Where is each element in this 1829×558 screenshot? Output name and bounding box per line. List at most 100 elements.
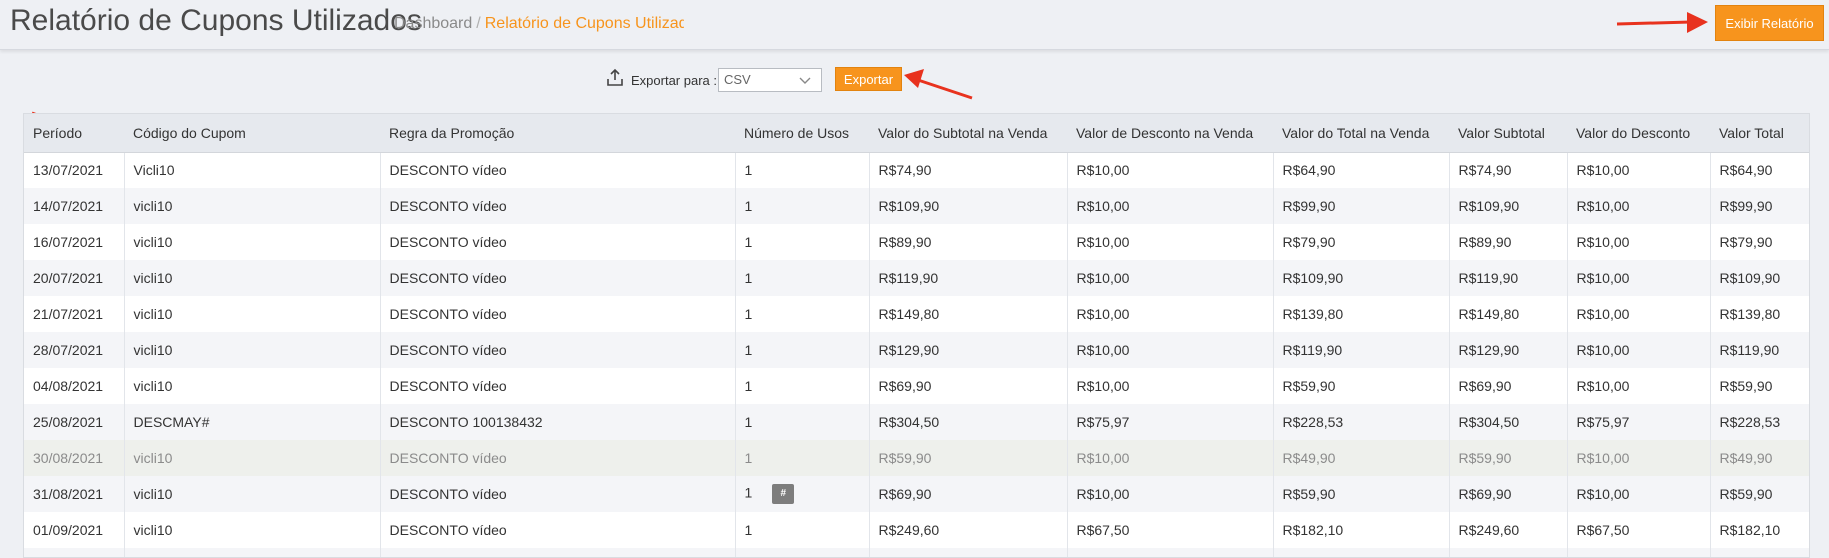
column-header[interactable]: Valor de Desconto na Venda [1067, 114, 1273, 153]
column-header[interactable]: Valor do Subtotal na Venda [869, 114, 1067, 153]
cell-value: R$75,97 [1076, 414, 1130, 430]
cell-value: 1 [744, 270, 753, 286]
table-cell [24, 548, 125, 557]
table-cell: R$10,00 [1567, 332, 1711, 368]
table-row[interactable]: 14/07/2021 vicli10 DESCONTO vídeo 1 R$109,90… [24, 188, 1809, 224]
table-cell: vicli10 [124, 440, 381, 476]
cell-value: 1 [744, 484, 753, 501]
table-cell: R$10,00 [1067, 296, 1274, 332]
table-cell: DESCONTO vídeo [380, 368, 736, 404]
table-cell: R$59,90 [1449, 440, 1568, 476]
table-cell: R$10,00 [1567, 152, 1711, 188]
row-action-button[interactable]: # [772, 484, 795, 504]
chevron-down-icon [799, 77, 811, 84]
cell-value: R$64,90 [1719, 162, 1773, 179]
column-header[interactable]: Valor Subtotal [1449, 114, 1567, 153]
column-header[interactable]: Número de Usos [735, 114, 869, 153]
cell-value: 1 [744, 522, 753, 538]
column-header[interactable]: Código do Cupom [124, 114, 380, 153]
table-row[interactable]: 28/07/2021 vicli10 DESCONTO vídeo 1 R$129,90… [24, 332, 1809, 368]
cell-value: R$10,00 [1076, 486, 1130, 502]
table-cell: R$10,00 [1567, 296, 1711, 332]
table-cell: R$79,90 [1273, 224, 1450, 260]
cell-value: R$119,90 [878, 270, 939, 286]
table-row[interactable]: 16/07/2021 vicli10 DESCONTO vídeo 1 R$89,90 R… [24, 224, 1809, 260]
cell-value: vicli10 [133, 378, 173, 394]
cell-value: vicli10 [133, 522, 173, 538]
cell-value: R$67,50 [1076, 522, 1130, 538]
table-cell: DESCONTO vídeo [380, 332, 736, 368]
table-row[interactable] [24, 548, 1809, 557]
table-cell: R$10,00 [1067, 188, 1274, 224]
table-cell: R$304,50 [1449, 404, 1568, 440]
table-cell: R$59,90 [1710, 476, 1809, 512]
table-cell: R$139,80 [1710, 296, 1809, 332]
table-cell: R$49,90 [1273, 440, 1450, 476]
cell-value: R$89,90 [878, 234, 932, 250]
table-cell: R$74,90 [1449, 152, 1568, 188]
cell-value: DESCONTO vídeo [389, 270, 507, 286]
cell-value: R$129,90 [878, 342, 940, 358]
column-header[interactable]: Regra da Promoção [380, 114, 735, 153]
table-row[interactable]: 04/08/2021 vicli10 DESCONTO vídeo 1 R$69,90 R… [24, 368, 1809, 404]
table-cell: R$10,00 [1067, 332, 1274, 368]
cell-value: R$59,90 [1282, 378, 1336, 394]
cell-value: 28/07/2021 [33, 342, 104, 358]
table-cell: DESCONTO vídeo [380, 512, 736, 548]
cell-value: R$10,00 [1576, 198, 1630, 214]
column-header[interactable]: Valor Total [1710, 114, 1809, 153]
table-row[interactable]: 13/07/2021 Vicli10 DESCONTO vídeo 1 R$74,90 R… [24, 152, 1809, 188]
table-cell: R$69,90 [869, 476, 1068, 512]
export-button[interactable]: Exportar [835, 67, 902, 91]
cell-value: R$304,50 [878, 414, 940, 430]
export-format-select[interactable]: CSV [718, 68, 822, 92]
cell-value: vicli10 [133, 450, 173, 466]
table-cell: DESCONTO vídeo [380, 260, 736, 296]
coupons-table: Período Código do Cupom Regra da Promoção N… [23, 113, 1810, 558]
table-row[interactable]: 20/07/2021 vicli10 DESCONTO vídeo 1 R$119,90… [24, 260, 1809, 296]
table-row[interactable]: 21/07/2021 vicli10 DESCONTO vídeo 1 R$149,80… [24, 296, 1809, 332]
table-cell: 1 # [735, 476, 870, 512]
show-report-button[interactable]: Exibir Relatório [1715, 5, 1824, 41]
cell-value: R$249,60 [878, 522, 940, 538]
page: Relatório de Cupons Utilizados Dashboard… [0, 0, 1829, 558]
cell-value: R$49,90 [1719, 450, 1773, 466]
breadcrumb-dashboard-link[interactable]: Dashboard [394, 15, 472, 32]
cell-value: 20/07/2021 [33, 270, 104, 286]
table-cell: DESCMAY# [124, 404, 381, 440]
table-cell: 16/07/2021 [24, 224, 125, 260]
table-row[interactable]: 01/09/2021 vicli10 DESCONTO vídeo 1 R$249,60… [24, 512, 1809, 548]
table-row[interactable]: 25/08/2021 DESCMAY# DESCONTO 100138432 1 R$3… [24, 404, 1809, 440]
breadcrumb-separator: / [476, 15, 481, 32]
breadcrumb: Dashboard / Relatório de Cupons Utilizados [394, 15, 684, 33]
cell-value: R$69,90 [878, 378, 932, 394]
table-cell: R$89,90 [1449, 224, 1568, 260]
table-cell: 28/07/2021 [24, 332, 125, 368]
table-cell: R$64,90 [1273, 152, 1450, 188]
table-cell: R$139,80 [1273, 296, 1450, 332]
table-cell: R$149,80 [869, 296, 1068, 332]
table-cell: R$99,90 [1273, 188, 1450, 224]
table-cell: R$119,90 [1710, 332, 1809, 368]
cell-value: R$119,90 [1719, 342, 1780, 358]
table-cell: R$79,90 [1710, 224, 1809, 260]
table-cell: 14/07/2021 [24, 188, 125, 224]
cell-value: 04/08/2021 [33, 378, 104, 394]
cell-value: 01/09/2021 [33, 522, 104, 538]
page-header: Relatório de Cupons Utilizados Dashboard… [0, 0, 1829, 50]
table-cell [1710, 548, 1809, 557]
cell-value: 1 [744, 378, 753, 394]
table-cell: R$49,90 [1710, 440, 1809, 476]
table-row[interactable]: 30/08/2021 vicli10 DESCONTO vídeo 1 R$59,90 R… [24, 440, 1809, 476]
column-header[interactable]: Período [24, 114, 124, 153]
table-row[interactable]: 31/08/2021 vicli10 DESCONTO vídeo 1 # R$69,90… [24, 476, 1809, 512]
table-cell: R$109,90 [1273, 260, 1450, 296]
cell-value: R$109,90 [1458, 198, 1520, 214]
table-cell: R$10,00 [1567, 476, 1711, 512]
table-cell: 25/08/2021 [24, 404, 125, 440]
cell-value: DESCONTO vídeo [389, 198, 507, 214]
cell-value: R$59,90 [1458, 450, 1512, 466]
column-header[interactable]: Valor do Desconto [1567, 114, 1710, 153]
column-header[interactable]: Valor do Total na Venda [1273, 114, 1449, 153]
page-title: Relatório de Cupons Utilizados [10, 4, 422, 37]
